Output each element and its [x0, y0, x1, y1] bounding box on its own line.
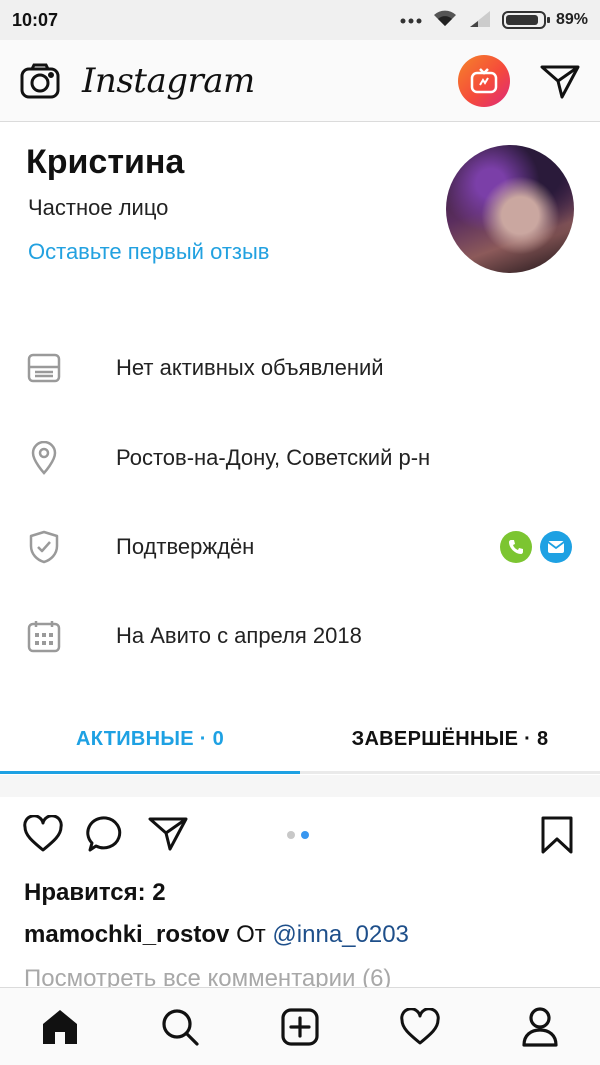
status-time: 10:07 [12, 9, 59, 30]
profile-type: Частное лицо [28, 195, 169, 220]
more-dots-icon [400, 11, 422, 29]
location-pin-icon [26, 440, 62, 476]
battery-percent: 89% [555, 11, 588, 28]
tab-active[interactable]: АКТИВНЫЕ · 0 [0, 708, 300, 774]
section-divider [0, 775, 600, 797]
shield-check-icon [26, 529, 62, 565]
activity-heart-icon[interactable] [390, 997, 450, 1057]
app-logo: Instagram [82, 60, 255, 101]
member-since-text: На Авито с апреля 2018 [116, 623, 362, 648]
profile-name: Кристина [26, 143, 185, 181]
caption-mention[interactable]: @inna_0203 [272, 921, 408, 948]
share-icon[interactable] [148, 815, 188, 858]
status-bar: 10:07 89% [0, 0, 600, 40]
caption-text: От [236, 921, 266, 948]
carousel-dot [287, 831, 295, 839]
signal-icon [468, 9, 492, 32]
post-caption: mamochki_rostov От @inna_0203 [24, 921, 409, 949]
phone-icon [500, 531, 532, 563]
verification-badges [500, 531, 572, 563]
post-actions [22, 814, 188, 858]
search-icon[interactable] [150, 997, 210, 1057]
instagram-header: Instagram [0, 40, 600, 122]
info-row-verified: Подтверждён [0, 519, 600, 575]
verified-text: Подтверждён [116, 534, 255, 559]
instagram-post: Нравится: 2 mamochki_rostov От @inna_020… [0, 797, 600, 987]
comment-icon[interactable] [86, 815, 126, 858]
carousel-dot-active [301, 831, 309, 839]
caption-username[interactable]: mamochki_rostov [24, 921, 229, 948]
location-text: Ростов-на-Дону, Советский р-н [116, 445, 431, 470]
listing-icon [26, 350, 62, 386]
heart-icon[interactable] [22, 814, 64, 858]
bookmark-icon[interactable] [540, 815, 574, 860]
view-comments-link[interactable]: Посмотреть все комментарии (6) [24, 965, 391, 987]
wifi-icon [432, 8, 458, 33]
camera-icon[interactable] [20, 63, 60, 99]
calendar-icon [26, 618, 62, 654]
bottom-nav [0, 987, 600, 1065]
status-icons: 89% [400, 8, 588, 33]
leave-review-link[interactable]: Оставьте первый отзыв [28, 239, 269, 265]
battery-icon [501, 11, 550, 29]
listings-text: Нет активных объявлений [116, 355, 384, 380]
profile-icon[interactable] [510, 997, 570, 1057]
info-row-location: Ростов-на-Дону, Советский р-н [0, 430, 600, 486]
likes-count[interactable]: Нравится: 2 [24, 879, 166, 907]
info-row-listings: Нет активных объявлений [0, 340, 600, 396]
seller-profile-card: Кристина Частное лицо Оставьте первый от… [0, 123, 600, 775]
carousel-indicator [287, 831, 309, 839]
listing-tabs: АКТИВНЫЕ · 0 ЗАВЕРШЁННЫЕ · 8 [0, 708, 600, 774]
igtv-icon[interactable] [458, 54, 510, 107]
home-icon[interactable] [30, 997, 90, 1057]
direct-send-icon[interactable] [540, 63, 580, 99]
info-row-member-since: На Авито с апреля 2018 [0, 608, 600, 664]
tab-completed[interactable]: ЗАВЕРШЁННЫЕ · 8 [300, 708, 600, 771]
mail-icon [540, 531, 572, 563]
add-post-icon[interactable] [270, 997, 330, 1057]
avatar[interactable] [446, 145, 574, 273]
